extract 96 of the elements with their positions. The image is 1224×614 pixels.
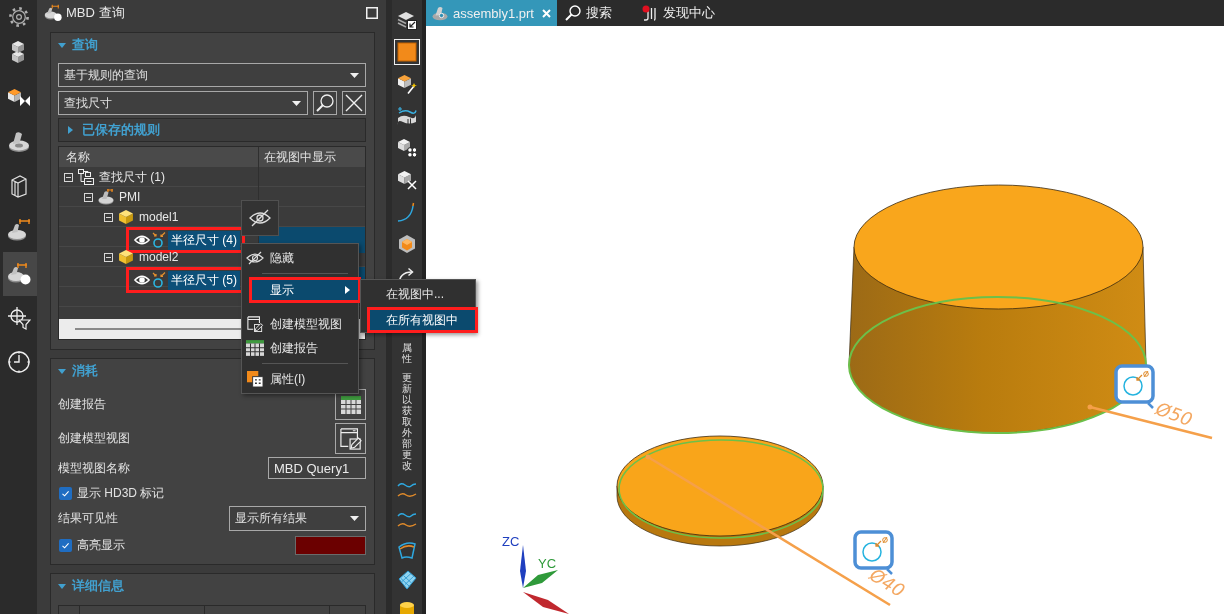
create-model-view-button[interactable]: [335, 423, 366, 454]
discover-icon: [641, 5, 658, 21]
vertical-tab[interactable]: 属性: [402, 342, 412, 364]
rule-type-dropdown[interactable]: 基于规则的查询: [58, 63, 366, 87]
part-file-icon: [432, 5, 448, 21]
menu-item[interactable]: 隐藏: [242, 246, 358, 270]
dimension-label: Ø50: [1153, 397, 1196, 431]
cylinder-icon: [397, 600, 417, 614]
menu-item[interactable]: 创建模型视图: [242, 312, 358, 336]
field-label: 创建模型视图: [58, 430, 130, 447]
checkbox[interactable]: [59, 486, 72, 500]
color-swatch-button[interactable]: [295, 535, 366, 555]
toolbar-button[interactable]: [0, 252, 37, 296]
search-icon: [564, 5, 581, 21]
close-icon[interactable]: [541, 8, 551, 18]
panel-title: MBD 查询: [66, 4, 125, 22]
cube-cross-icon: [397, 170, 417, 190]
dimension-query-icon: [44, 4, 62, 22]
settings-icon: [6, 5, 31, 29]
diameter-dimension-icon: [152, 232, 166, 248]
table-icon: [246, 340, 264, 356]
tree-item[interactable]: model2: [136, 249, 182, 265]
table-icon: [340, 395, 361, 414]
checkbox-label: 显示 HD3D 标记: [77, 484, 165, 502]
submenu-arrow-icon: [345, 286, 350, 294]
menu-item[interactable]: 属性(I): [242, 367, 358, 391]
vertical-tab[interactable]: 更新以获取外部更改: [402, 372, 412, 471]
model-view-icon: [246, 316, 264, 332]
text-field[interactable]: MBD Query1: [268, 457, 366, 479]
menu-item[interactable]: 在所有视图中: [367, 307, 478, 333]
diameter-dimension-icon: [152, 272, 166, 288]
layers-icon: [397, 10, 417, 30]
query-dropdown[interactable]: 查找尺寸: [58, 91, 308, 115]
document-tab[interactable]: 搜索: [560, 0, 626, 26]
seat-dimension-icon: [6, 218, 31, 242]
menu-item[interactable]: 创建报告: [242, 336, 358, 360]
dimension-query-icon: [6, 262, 31, 286]
pmi-icon: [98, 189, 114, 205]
mesh-icon: [397, 570, 417, 590]
curve-icon: [397, 202, 417, 222]
checkbox-label: 高亮显示: [77, 536, 125, 554]
clock-icon: [6, 350, 31, 374]
hexagon-cube-icon: [397, 234, 417, 254]
cube-dots-icon: [397, 138, 417, 158]
wave-icon: [397, 510, 417, 530]
eye-slash-icon: [246, 250, 264, 266]
saved-rules-header[interactable]: 已保存的规则: [58, 118, 366, 142]
caret-icon: [350, 72, 359, 78]
search-icon: [316, 94, 334, 112]
square-icon: [397, 42, 417, 62]
model-view-icon: [339, 427, 362, 450]
surface-patch-icon: [397, 540, 417, 560]
menu-item[interactable]: 在视图中...: [361, 283, 475, 305]
eye-icon[interactable]: [134, 274, 150, 286]
query-tree-icon: [78, 169, 94, 185]
tree-item[interactable]: model1: [136, 209, 182, 225]
x-axis-arrow: [523, 592, 569, 614]
tree-item[interactable]: 半径尺寸 (5): [168, 270, 240, 290]
tree-toggle[interactable]: [104, 252, 113, 262]
tree-toggle[interactable]: [84, 192, 93, 202]
seat-part-icon: [6, 130, 31, 154]
properties-icon: [246, 371, 264, 387]
field-label: 创建报告: [58, 396, 106, 413]
tree-item[interactable]: 半径尺寸 (4): [168, 230, 240, 250]
search-button[interactable]: [313, 91, 337, 115]
part-cube-icon: [118, 209, 134, 225]
wave-icon: [397, 480, 417, 500]
tree-toggle[interactable]: [104, 212, 113, 222]
menu-item[interactable]: 显示: [249, 277, 361, 303]
caret-icon: [350, 516, 359, 521]
visibility-dropdown[interactable]: 显示所有结果: [229, 506, 366, 531]
axis-label: YC: [538, 556, 557, 571]
column-header[interactable]: 在视图中显示: [259, 147, 365, 167]
close-icon: [345, 94, 363, 112]
axis-label: ZC: [502, 534, 520, 549]
document-tab[interactable]: 发现中心: [637, 0, 729, 26]
surface-icon: [397, 106, 417, 126]
field-label: 模型视图名称: [58, 459, 130, 477]
clear-button[interactable]: [342, 91, 366, 115]
tree-item[interactable]: 查找尺寸 (1): [96, 167, 168, 187]
caret-icon: [292, 100, 301, 106]
cube-wand-icon: [397, 74, 417, 94]
tree-toggle[interactable]: [64, 172, 73, 182]
tree-item[interactable]: PMI: [116, 189, 144, 205]
crosshair-filter-icon: [6, 306, 31, 330]
checkbox[interactable]: [59, 538, 72, 552]
eye-icon[interactable]: [134, 234, 150, 246]
field-label: 结果可见性: [58, 510, 118, 527]
part-cube-icon: [118, 249, 134, 265]
quick-hide-button[interactable]: [241, 200, 279, 236]
eye-slash-icon: [249, 209, 271, 227]
diameter-callout-icon: [1114, 364, 1155, 409]
toolbar-button[interactable]: [394, 39, 420, 65]
dimension-label: Ø40: [866, 563, 909, 602]
maximize-icon[interactable]: [366, 7, 378, 19]
y-axis-arrow: [523, 570, 558, 588]
